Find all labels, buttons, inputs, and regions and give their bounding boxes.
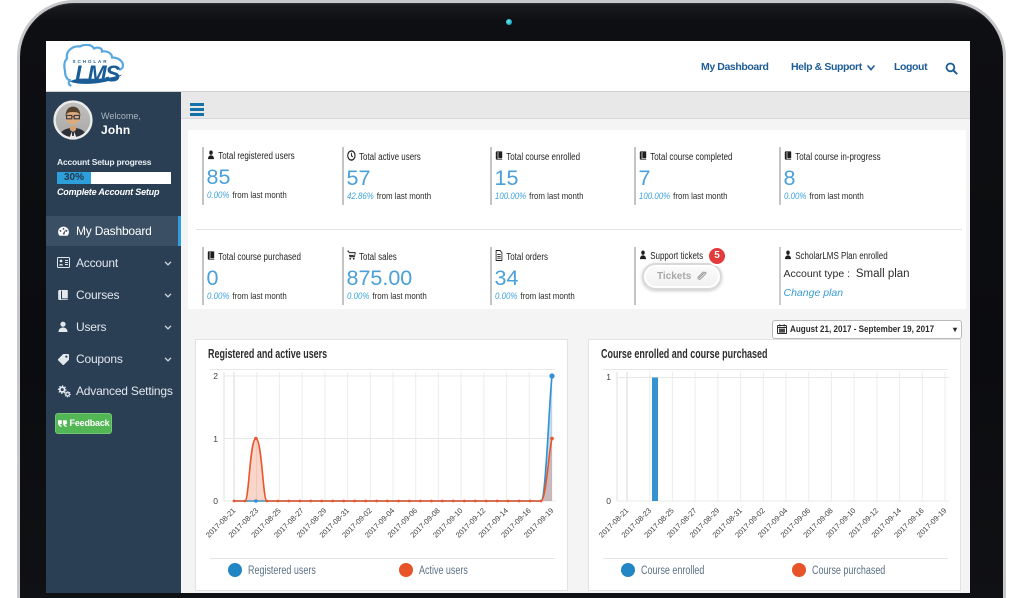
svg-text:1: 1 — [213, 434, 218, 444]
svg-text:2: 2 — [213, 371, 218, 381]
svg-text:0: 0 — [213, 496, 218, 506]
svg-text:0: 0 — [606, 496, 611, 506]
svg-text:1: 1 — [606, 372, 611, 382]
